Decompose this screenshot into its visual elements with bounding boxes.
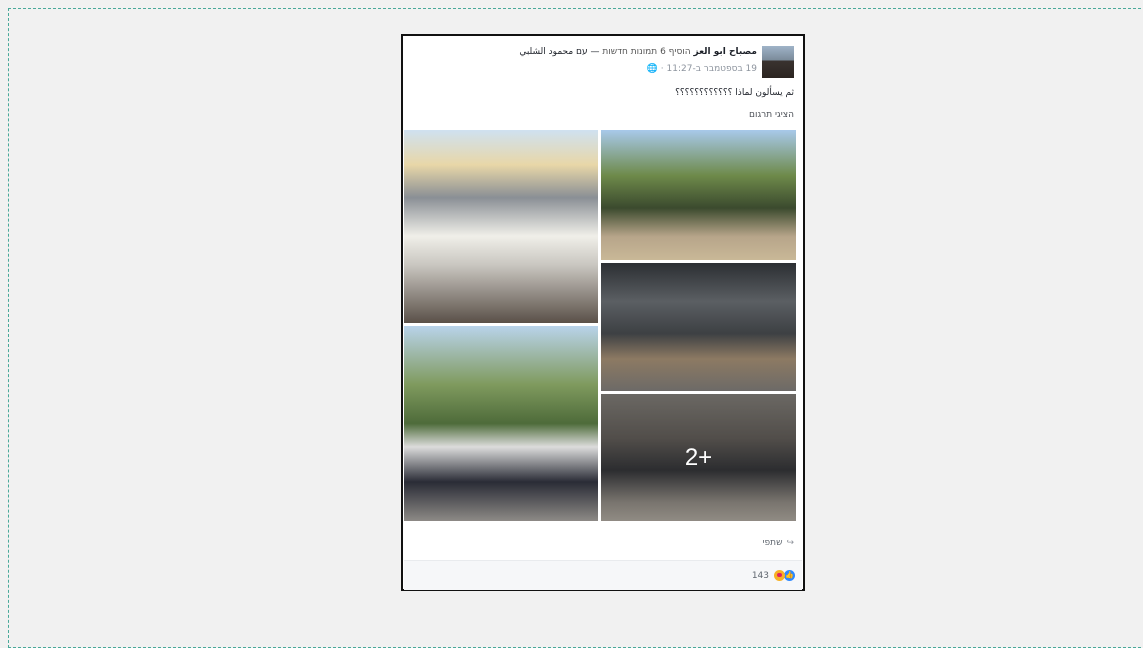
photo-5[interactable]: 2+ [601,394,796,521]
reaction-count: 143 [751,570,769,581]
post-text: ثم يسألون لماذا ؟؟؟؟؟؟؟؟؟؟؟؟ [675,88,794,98]
avatar[interactable] [762,46,794,78]
share-label: שתפי [762,538,783,548]
post-meta: 19 בספטמבר ב-11:27 · 🌐 [647,63,757,75]
photo-3[interactable] [601,263,796,391]
action-text: הוסיף 6 תמונות חדשות [602,47,691,57]
photo-1[interactable] [404,130,598,323]
tagged-with[interactable]: — עם محمود الشلبي [519,47,599,57]
share-button[interactable]: ↪ שתפי [763,538,794,548]
love-icon [774,570,785,581]
globe-icon: · 🌐 [646,64,664,74]
like-icon: 👍 [784,570,795,581]
photo-4[interactable] [404,326,598,521]
photo-2[interactable] [601,130,796,260]
timestamp[interactable]: 19 בספטמבר ב-11:27 [667,64,757,74]
post-header: مصباح ابو العز הוסיף 6 תמונות חדשות — עם… [519,46,757,58]
author-name[interactable]: مصباح ابو العز [694,47,758,57]
share-icon: ↪ [786,538,794,548]
reactions-summary[interactable]: 143 👍 [752,570,795,581]
translate-link[interactable]: הציגי תרגום [749,110,794,120]
more-photos-overlay[interactable]: 2+ [601,394,796,521]
reactions-bar: 143 👍 [404,560,802,590]
facebook-post: مصباح ابو العز הוסיף 6 תמונות חדשות — עם… [401,34,805,591]
